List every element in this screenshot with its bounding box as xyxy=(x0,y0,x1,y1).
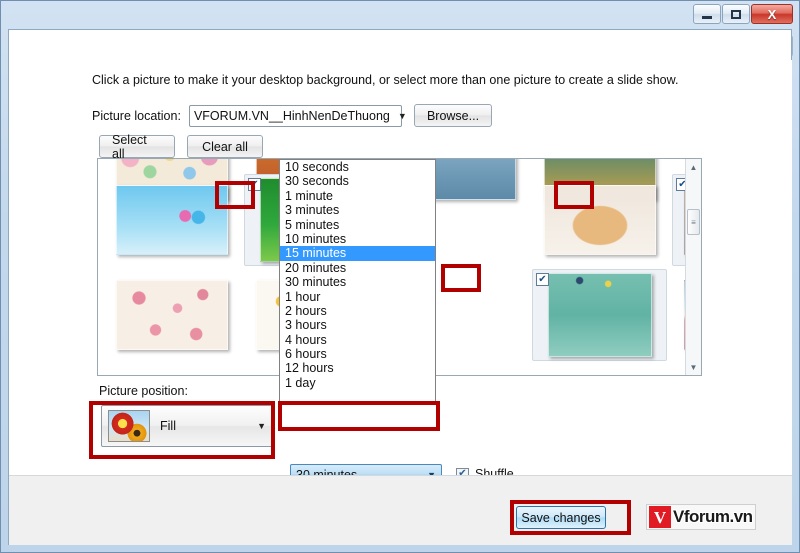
thumbnail-scrollbar[interactable]: ▲ ≡ ▼ xyxy=(685,159,701,375)
window-titlebar: X xyxy=(1,1,800,29)
picture-location-value: VFORUM.VN__HinhNenDeThuong xyxy=(193,108,390,123)
close-button[interactable]: X xyxy=(751,4,793,24)
thumbnail-frame xyxy=(532,174,667,266)
thumbnail-checkbox[interactable] xyxy=(536,273,549,286)
minimize-button[interactable] xyxy=(693,4,721,24)
picture-location-label: Picture location: xyxy=(92,108,181,123)
window-caption-buttons: X xyxy=(693,4,793,24)
control-panel-window: X ← → ▼ « Appearance and Personalization… xyxy=(0,0,800,553)
annotation-box-teal-thumb-check xyxy=(441,264,481,292)
vforum-watermark-text: Vforum.vn xyxy=(673,507,753,526)
scroll-up-button[interactable]: ▲ xyxy=(686,159,701,175)
interval-option[interactable]: 20 minutes xyxy=(280,261,435,275)
scroll-up-icon: ▲ xyxy=(689,162,698,172)
interval-option[interactable]: 1 day xyxy=(280,376,435,390)
page-instruction-text: Click a picture to make it your desktop … xyxy=(92,73,679,87)
interval-option[interactable]: 30 minutes xyxy=(280,275,435,289)
annotation-box-green-thumb-check xyxy=(215,181,255,209)
interval-option[interactable]: 6 hours xyxy=(280,347,435,361)
maximize-icon xyxy=(731,9,741,19)
vforum-logo-icon: V xyxy=(649,506,671,528)
screenshot-root: X ← → ▼ « Appearance and Personalization… xyxy=(0,0,800,553)
scrollbar-grip-icon: ≡ xyxy=(691,217,696,227)
wallpaper-thumb-birds-on-branch xyxy=(115,185,228,255)
interval-option[interactable]: 4 hours xyxy=(280,333,435,347)
thumbnail-cell[interactable] xyxy=(104,269,239,361)
shuffle-checkbox[interactable]: Shuffle xyxy=(456,467,514,475)
interval-option[interactable]: 10 seconds xyxy=(280,160,435,174)
interval-option[interactable]: 3 minutes xyxy=(280,203,435,217)
selection-buttons-row: Select all Clear all xyxy=(99,133,263,161)
picture-position-label: Picture position: xyxy=(99,384,188,398)
picture-location-combo[interactable]: VFORUM.VN__HinhNenDeThuong ▼ xyxy=(188,104,407,127)
interval-option[interactable]: 2 hours xyxy=(280,304,435,318)
close-icon: X xyxy=(767,6,777,22)
shuffle-label: Shuffle xyxy=(475,467,514,475)
vforum-watermark: V Vforum.vn xyxy=(646,504,756,530)
scroll-down-button[interactable]: ▼ xyxy=(686,359,701,375)
browse-button[interactable]: Browse... xyxy=(413,104,493,127)
change-interval-combo[interactable]: 30 minutes ▼ xyxy=(290,464,442,475)
thumbnail-frame xyxy=(104,269,239,361)
save-changes-button[interactable]: Save changes xyxy=(516,506,606,529)
interval-option[interactable]: 1 hour xyxy=(280,290,435,304)
wallpaper-thumb-pink-rose-floral-pattern xyxy=(115,280,228,350)
annotation-box-picture-position xyxy=(89,401,275,459)
interval-option[interactable]: 3 hours xyxy=(280,318,435,332)
interval-option[interactable]: 10 minutes xyxy=(280,232,435,246)
select-all-button[interactable]: Select all xyxy=(99,133,175,161)
scroll-down-icon: ▼ xyxy=(689,362,698,372)
maximize-button[interactable] xyxy=(722,4,750,24)
minimize-icon xyxy=(702,15,712,19)
picture-location-row: Picture location: VFORUM.VN__HinhNenDeTh… xyxy=(92,104,493,127)
thumbnail-cell[interactable] xyxy=(532,174,667,266)
interval-option[interactable]: 1 minute xyxy=(280,189,435,203)
interval-option[interactable]: 5 minutes xyxy=(280,218,435,232)
interval-option[interactable]: 12 hours xyxy=(280,361,435,375)
thumbnail-frame xyxy=(532,269,667,361)
thumbnail-cell[interactable] xyxy=(532,269,667,361)
scrollbar-thumb[interactable]: ≡ xyxy=(687,209,700,235)
interval-option[interactable]: 30 seconds xyxy=(280,174,435,188)
annotation-box-anime-thumb-check xyxy=(554,181,594,209)
checkbox-icon xyxy=(456,467,469,475)
change-interval-dropdown-list[interactable]: 10 seconds 30 seconds 1 minute 3 minutes 5 m… xyxy=(279,159,436,404)
annotation-box-change-interval xyxy=(278,401,440,431)
chevron-down-icon: ▼ xyxy=(397,110,407,121)
change-interval-value: 30 minutes xyxy=(296,467,358,476)
wallpaper-thumb-teal-grunge-confetti xyxy=(547,273,652,357)
clear-all-button[interactable]: Clear all xyxy=(187,135,263,158)
interval-option[interactable]: 15 minutes xyxy=(280,246,435,261)
